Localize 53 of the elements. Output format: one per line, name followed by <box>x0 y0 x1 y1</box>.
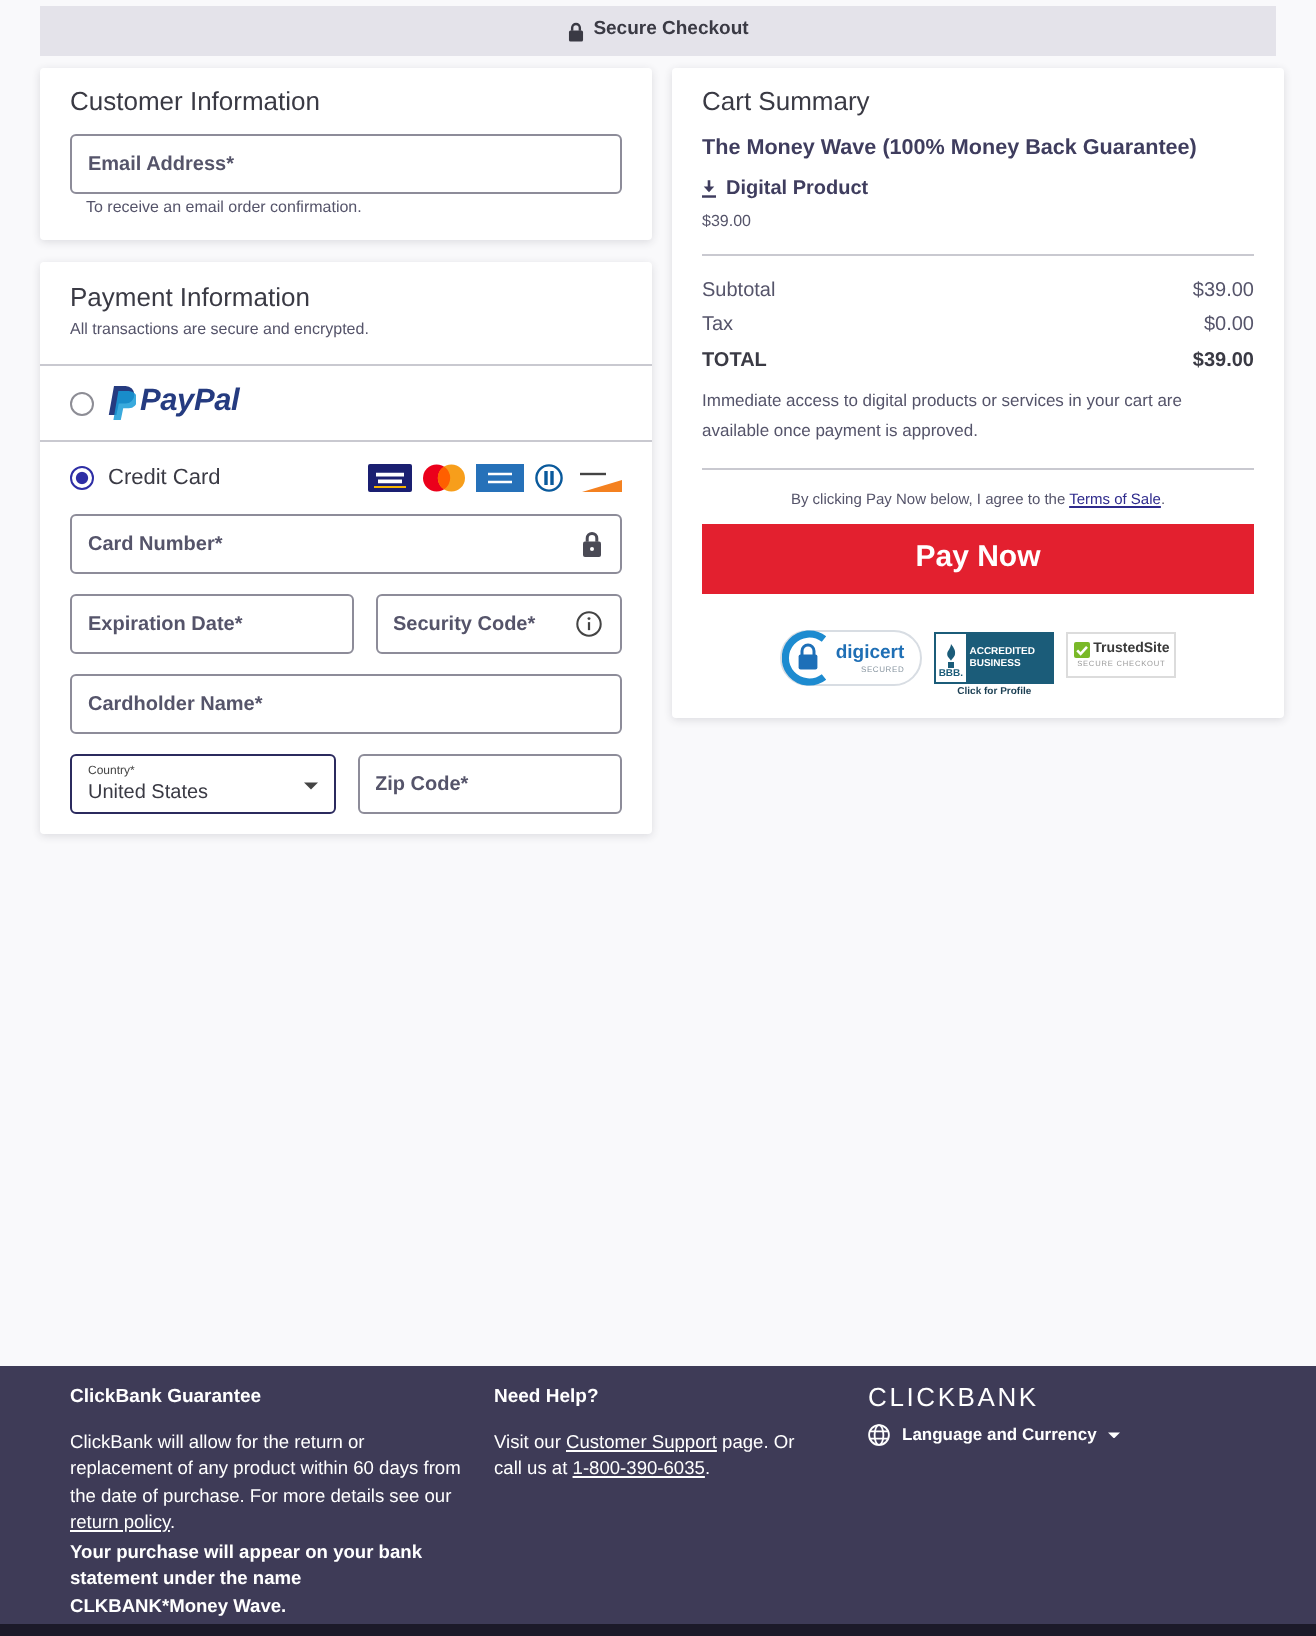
brand-logo: CLICKBANK <box>868 1384 1039 1412</box>
inline-link[interactable]: 1-800-390-6035 <box>572 1457 705 1477</box>
input-field[interactable]: Zip Code* <box>357 754 622 814</box>
summary-amount: $39.00 <box>1192 347 1254 375</box>
diners-card-icon <box>534 464 564 492</box>
section-title: Customer Information <box>70 86 322 118</box>
padlock-seal-icon <box>781 630 830 686</box>
input-field[interactable]: Expiration Date* <box>70 594 353 654</box>
product-price: $39.00 <box>702 209 753 231</box>
input-field[interactable]: Card Number* <box>70 514 622 574</box>
summary-amount: $0.00 <box>1203 312 1254 340</box>
paypal-p-icon <box>108 385 136 420</box>
radio-button[interactable] <box>70 391 94 415</box>
lock-icon <box>567 21 584 41</box>
caret-icon <box>303 782 317 790</box>
amex-card-icon <box>476 464 524 492</box>
payment-method-label: Credit Card <box>108 463 221 493</box>
product-type: Digital Product <box>726 175 869 201</box>
pay-now-button[interactable]: Pay Now <box>702 524 1254 594</box>
info-icon <box>576 611 602 637</box>
footer-paragraph: ClickBank will allow for the return or replacement of any product within 60 days from the date of purchase. For more details see our return policy. <box>70 1430 462 1536</box>
summary-amount: $39.00 <box>1192 277 1254 305</box>
check-icon <box>1073 641 1090 657</box>
globe-icon <box>868 1424 890 1447</box>
paypal-wordmark: PayPal <box>140 382 240 423</box>
footer-paragraph: Visit our Customer Support page. Or call us at 1-800-390-6035. <box>494 1430 797 1480</box>
seal-title: digicert <box>835 643 905 663</box>
footer-heading: Need Help? <box>494 1386 601 1410</box>
input-field[interactable]: Security Code* <box>375 594 622 654</box>
field-hint: To receive an email order confirmation. <box>84 196 364 218</box>
mastercard-icon <box>422 464 466 492</box>
inline-link[interactable]: Customer Support <box>566 1432 717 1452</box>
product-name: The Money Wave (100% Money Back Guarantee) <box>702 134 1199 162</box>
summary-label: Subtotal <box>702 277 776 305</box>
footer-paragraph: Your purchase will appear on your bank statement under the name CLKBANK*Money Wave. <box>70 1540 424 1620</box>
section-title: Cart Summary <box>702 86 872 118</box>
torch-icon <box>941 644 960 668</box>
language-currency-menu[interactable]: Language and Currency <box>868 1424 1121 1447</box>
email-field[interactable]: Email Address* <box>70 134 622 194</box>
input-field[interactable]: Cardholder Name* <box>70 674 622 734</box>
section-title: Payment Information <box>70 282 312 314</box>
visa-card-icon <box>368 464 412 492</box>
access-note: Immediate access to digital products or services in your cart are available once payment is approved. <box>702 388 1184 444</box>
summary-label: Tax <box>702 312 734 340</box>
summary-label: TOTAL <box>702 347 767 375</box>
inline-link[interactable]: return policy <box>70 1511 170 1532</box>
secure-checkout-label: Secure Checkout <box>593 18 749 44</box>
footer-heading: ClickBank Guarantee <box>70 1386 264 1410</box>
caret-icon <box>1108 1431 1121 1439</box>
lock-icon <box>582 531 602 557</box>
radio-button[interactable] <box>70 466 94 490</box>
download-icon <box>702 179 716 197</box>
section-subtitle: All transactions are secure and encrypted. <box>70 317 371 339</box>
